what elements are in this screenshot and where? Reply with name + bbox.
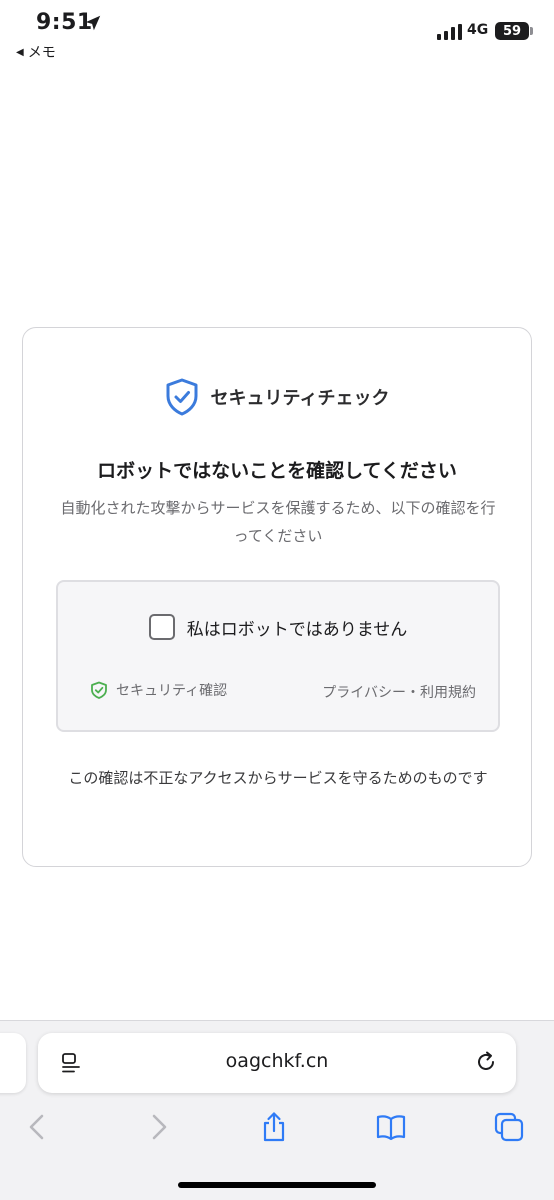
share-icon (263, 1112, 285, 1142)
security-check-card: セキュリティチェック ロボットではないことを確認してください 自動化された攻撃か… (22, 327, 532, 867)
shield-check-icon (166, 378, 198, 416)
shield-check-icon-small (91, 681, 107, 699)
not-robot-checkbox[interactable] (148, 614, 175, 640)
back-app-label: メモ (27, 45, 56, 61)
back-to-app-link[interactable]: ◀ メモ (16, 42, 56, 62)
forward-button[interactable] (140, 1109, 176, 1145)
back-triangle-icon: ◀ (16, 46, 24, 58)
book-icon (376, 1115, 406, 1141)
browser-toolbar (0, 1105, 554, 1149)
page-title: ロボットではないことを確認してください (97, 460, 457, 482)
previous-tab[interactable] (0, 1033, 26, 1093)
status-bar: 9:51 ◀ メモ 4G 59 (0, 0, 554, 70)
tabs-button[interactable] (491, 1109, 527, 1145)
footer-note: この確認は不正なアクセスからサービスを守るためのものです (68, 769, 488, 787)
brand-title: セキュリティチェック (210, 388, 390, 409)
bookmarks-button[interactable] (373, 1109, 409, 1145)
robot-check-row[interactable]: 私はロボットではありません (58, 614, 498, 640)
share-button[interactable] (256, 1109, 292, 1145)
security-badge: セキュリティ確認 (90, 680, 227, 700)
location-arrow-icon (85, 15, 101, 31)
address-bar[interactable]: oagchkf.cn (38, 1033, 516, 1093)
checkbox-label[interactable]: 私はロボットではありません (187, 615, 408, 640)
chevron-left-icon (29, 1114, 44, 1140)
captcha-box: 私はロボットではありません セキュリティ確認 プライバシー・利用規約 (56, 580, 500, 732)
battery-cap (530, 27, 533, 35)
cellular-signal-icon (437, 24, 462, 40)
security-label: セキュリティ確認 (116, 683, 228, 699)
tabs-icon (494, 1112, 524, 1142)
page-description: 自動化された攻撃からサービスを保護するため、以下の確認を行ってください (60, 499, 496, 545)
network-type: 4G (467, 22, 489, 38)
battery-level: 59 (502, 23, 522, 39)
back-button[interactable] (20, 1109, 56, 1145)
chevron-right-icon (152, 1114, 167, 1140)
home-indicator[interactable] (178, 1182, 376, 1188)
privacy-terms-link[interactable]: プライバシー・利用規約 (322, 682, 476, 702)
browser-chrome: oagchkf.cn (0, 1020, 554, 1200)
url-text[interactable]: oagchkf.cn (38, 1050, 516, 1072)
brand-header: セキュリティチェック (23, 378, 531, 416)
reload-icon[interactable] (474, 1050, 498, 1074)
battery-icon: 59 (495, 22, 529, 40)
